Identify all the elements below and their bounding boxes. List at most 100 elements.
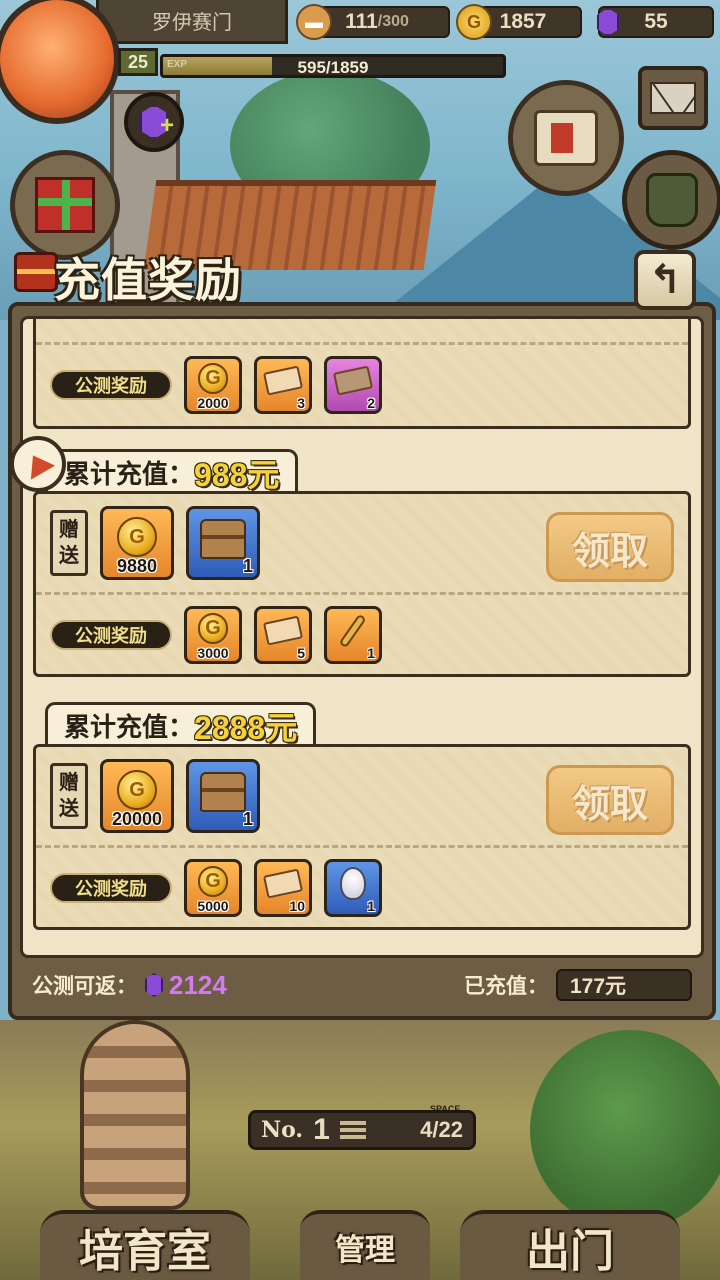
gold-coin-icon: G	[117, 770, 157, 810]
egg-icon	[340, 866, 366, 901]
reward-scroll-area[interactable]: 公测奖励 G 2000 3 2 累计充值： 988元 赠 送 G 9880 1 …	[23, 319, 701, 955]
gem-value: 55	[644, 10, 668, 33]
bonus-tag: 公测奖励	[50, 872, 172, 903]
gold-coin-icon: G	[197, 866, 229, 897]
ticket-item[interactable]: 3	[254, 355, 312, 414]
tier-header-label: 累计充值：	[64, 459, 195, 489]
quest-scroll-button[interactable]	[508, 80, 624, 196]
item-count: 2000	[197, 394, 229, 411]
gold-coin-icon: G	[117, 517, 157, 557]
add-gems-button[interactable]: +	[124, 92, 184, 152]
gift-tag: 赠 送	[50, 763, 88, 829]
dialog-title-bar: 充值奖励 ↰	[10, 242, 710, 310]
rank-prefix: No.	[261, 1117, 304, 1143]
item-count: 2	[367, 394, 375, 411]
gift-tag-char: 送	[59, 545, 79, 567]
treasure-chest-icon	[199, 772, 247, 812]
plus-icon: +	[159, 112, 174, 139]
item-count: 5000	[197, 897, 229, 914]
gift-tag-char: 赠	[59, 772, 79, 794]
item-count: 1	[367, 897, 375, 914]
ticket-icon	[262, 615, 304, 646]
bread-icon: ▬	[296, 4, 332, 40]
gem-icon	[590, 4, 626, 40]
bonus-row: 公测奖励 G 3000 5 1	[36, 592, 688, 674]
tier-amount: 988元	[194, 456, 280, 493]
item-count: 3	[297, 394, 305, 411]
tier-amount: 2888元	[194, 709, 298, 746]
item-count: 3000	[197, 644, 229, 661]
chest-item[interactable]: 1	[186, 759, 260, 833]
bread-counter[interactable]: ▬ 111/300	[296, 4, 450, 40]
backpack-icon	[646, 173, 698, 227]
item-count: 5	[297, 644, 305, 661]
creature-tail	[80, 1020, 190, 1210]
paid-label: 已充值：	[464, 975, 548, 998]
gift-tag: 赠 送	[50, 510, 88, 576]
gold-coin-icon: G	[456, 4, 492, 40]
gold-item[interactable]: G 9880	[100, 506, 174, 580]
gift-row: 赠 送 G 20000 1 领取	[36, 751, 688, 841]
bush	[530, 1030, 720, 1230]
tier-header-label: 累计充值：	[64, 712, 195, 742]
gold-value: 1857	[499, 10, 547, 33]
gem-counter[interactable]: 55	[597, 6, 714, 38]
reward-tier: 累计充值： 988元 赠 送 G 9880 1 领取 公测奖励 G 3000 5…	[33, 449, 691, 689]
nursery-button[interactable]: 培育室	[40, 1210, 250, 1280]
item-count: 9880	[116, 556, 158, 576]
refund-label: 公测可返：	[32, 975, 137, 998]
treasure-chest-icon	[14, 252, 58, 292]
chest-item[interactable]: 1	[186, 506, 260, 580]
ticket-item[interactable]: 10	[254, 858, 312, 917]
back-button[interactable]: ↰	[634, 250, 696, 310]
gold-counter[interactable]: G 1857	[456, 4, 582, 40]
claim-button[interactable]: 领取	[546, 765, 674, 835]
space-value: 4/22	[420, 1117, 463, 1142]
ticket-item[interactable]: 5	[254, 605, 312, 664]
tier-card: 公测奖励 G 2000 3 2	[33, 319, 691, 429]
tier-card: 赠 送 G 9880 1 领取 公测奖励 G 3000 5 1	[33, 491, 691, 677]
item-count: 1	[242, 809, 253, 829]
rank-space-bar: No. 1 4/22	[248, 1110, 476, 1150]
gem-icon	[145, 973, 163, 997]
gift-tag-char: 赠	[59, 519, 79, 541]
manage-button[interactable]: 管理	[300, 1210, 430, 1280]
reward-tier: 公测奖励 G 2000 3 2	[33, 319, 691, 439]
level-badge: 25	[118, 48, 158, 76]
gold-item[interactable]: G 20000	[100, 759, 174, 833]
recharge-reward-dialog: 公测奖励 G 2000 3 2 累计充值： 988元 赠 送 G 9880 1 …	[8, 302, 716, 1020]
item-count: 1	[367, 644, 375, 661]
paid-value: 177元	[556, 969, 692, 1001]
bread-value: 111	[345, 10, 378, 33]
refund-value: 2124	[169, 969, 227, 1000]
key-icon	[338, 613, 368, 650]
ticket-icon	[332, 365, 374, 396]
bonus-tag: 公测奖励	[50, 619, 172, 650]
gift-tag-char: 送	[59, 798, 79, 820]
gold-item[interactable]: G 5000	[184, 858, 242, 917]
gold-coin-icon: G	[197, 613, 229, 644]
tier-header: 累计充值： 988元	[45, 449, 299, 493]
rank-value: 1	[313, 1113, 330, 1146]
claim-button[interactable]: 领取	[546, 512, 674, 582]
envelope-icon	[650, 82, 696, 114]
ticket-icon	[262, 365, 304, 396]
scroll-indicator-icon	[10, 436, 66, 492]
gold-item[interactable]: G 3000	[184, 605, 242, 664]
key-item[interactable]: 1	[324, 605, 382, 664]
dialog-title: 充值奖励	[54, 253, 242, 307]
gift-row: 赠 送 G 9880 1 领取	[36, 498, 688, 588]
bonus-row: 公测奖励 G 5000 10 1	[36, 845, 688, 927]
bonus-tag: 公测奖励	[50, 369, 172, 400]
exp-value: 595/1859	[297, 58, 369, 77]
gift-box-icon	[35, 177, 95, 233]
item-count: 10	[289, 897, 305, 914]
reward-list[interactable]: 公测奖励 G 2000 3 2 累计充值： 988元 赠 送 G 9880 1 …	[20, 316, 704, 958]
exp-bar: EXP 595/1859	[160, 54, 506, 78]
backpack-button[interactable]	[622, 150, 720, 250]
ticket-item[interactable]: 2	[324, 355, 382, 414]
go-out-button[interactable]: 出门	[460, 1210, 680, 1280]
mail-button[interactable]	[638, 66, 708, 130]
egg-item[interactable]: 1	[324, 858, 382, 917]
gold-item[interactable]: G 2000	[184, 355, 242, 414]
